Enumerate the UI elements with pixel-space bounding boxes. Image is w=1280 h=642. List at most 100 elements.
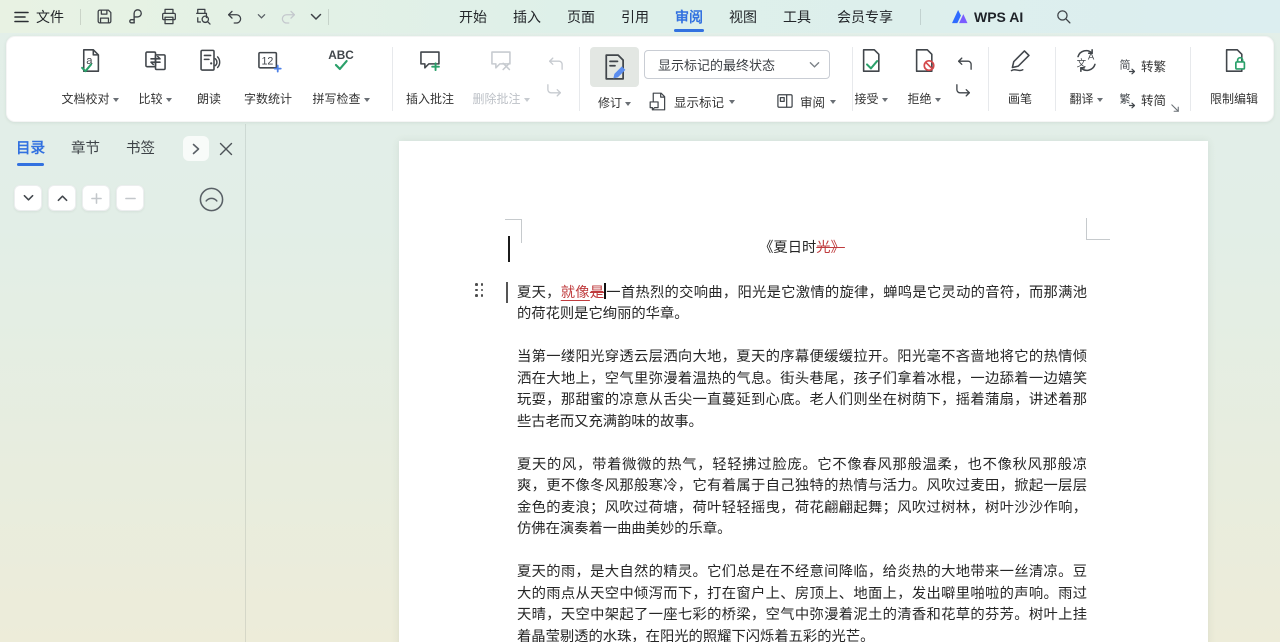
ribbon-tab-strip: 开始 插入 页面 引用 审阅 视图 工具 会员专享 WPS AI [458, 0, 1072, 33]
paragraph-4: 夏天的雨，是大自然的精灵。它们总是在不经意间降临，给炎热的大地带来一丝清凉。豆大… [517, 562, 1087, 642]
word-count-button[interactable]: 12 字数统计 [226, 45, 310, 113]
undo-icon[interactable] [226, 8, 244, 26]
print-preview-icon[interactable] [192, 7, 213, 26]
sidebar-divider [245, 124, 246, 642]
read-aloud-icon [196, 47, 223, 74]
dialog-launcher-icon[interactable] [1170, 103, 1181, 114]
sidebar-tab-bookmarks[interactable]: 书签 [126, 137, 155, 166]
pen-icon [1007, 47, 1034, 74]
minus-icon [125, 193, 136, 204]
undo-options-chevron-icon[interactable] [257, 13, 266, 20]
file-menu-button[interactable]: 文件 [0, 7, 74, 27]
review-pane-button[interactable]: 审阅 [775, 89, 836, 113]
review-ribbon: a 文档校对 比较 朗读 12 字 [6, 36, 1274, 122]
next-change-icon[interactable] [953, 83, 977, 99]
p1-deleted-text: 是 [590, 285, 605, 301]
customize-toolbar-chevron-icon[interactable] [310, 13, 322, 21]
tab-insert[interactable]: 插入 [512, 1, 542, 33]
svg-text:繁: 繁 [1120, 92, 1131, 106]
p1-inserted-text: 就像 [561, 285, 590, 301]
track-changes-button[interactable]: 修订 [590, 47, 639, 111]
svg-text:A: A [1087, 51, 1094, 62]
reject-change-icon [911, 47, 938, 74]
chevron-down-icon [809, 61, 820, 69]
revision-bar-paragraph [506, 282, 508, 303]
document-title: 《夏日时光》 [517, 238, 1087, 260]
revision-bar-title [508, 236, 510, 262]
markup-state-dropdown[interactable]: 显示标记的最终状态 [644, 50, 830, 79]
previous-change-icon[interactable] [953, 55, 977, 71]
document-page[interactable]: 《夏日时光》 夏天，就像是一首热烈的交响曲，阳光是它激情的旋律，蝉鸣是它灵动的音… [399, 141, 1208, 642]
restrict-editing-icon [1221, 47, 1248, 74]
next-comment-icon [544, 83, 568, 99]
eye-care-icon[interactable] [198, 186, 225, 213]
svg-text:ABC: ABC [328, 48, 354, 62]
word-count-icon: 12 [255, 47, 282, 74]
traditional-char-icon: 繁 [1117, 89, 1137, 109]
track-changes-icon [600, 52, 630, 82]
tab-view[interactable]: 视图 [728, 1, 758, 33]
show-markup-button[interactable]: 显示标记 [648, 89, 735, 113]
margin-crop-mark-right [1086, 218, 1110, 240]
plus-icon [91, 193, 102, 204]
clipped-ribbon-button[interactable]: 文 [1259, 45, 1280, 113]
tab-membership[interactable]: 会员专享 [836, 1, 894, 33]
sidebar-more-tabs-button[interactable] [183, 136, 209, 161]
translate-icon: 文 A [1073, 47, 1100, 74]
paragraph-3: 夏天的风，带着微微的热气，轻轻拂过脸庞。它不像春风那般温柔，也不像秋风那般凉爽，… [517, 455, 1087, 541]
search-icon[interactable] [1055, 8, 1072, 25]
wps-ai-logo-icon [951, 9, 968, 24]
close-icon [219, 142, 233, 156]
svg-text:12: 12 [261, 55, 273, 67]
paragraph-2: 当第一缕阳光穿透云层洒向大地，夏天的序幕便缓缓拉开。阳光毫不吝啬地将它的热情倾洒… [517, 347, 1087, 433]
sidebar-tab-chapters[interactable]: 章节 [71, 137, 100, 166]
sidebar-tab-contents[interactable]: 目录 [16, 137, 45, 166]
wps-writer-window: 文件 [0, 0, 1280, 642]
quick-access-toolbar [95, 7, 322, 26]
paragraph-1: 夏天，就像是一首热烈的交响曲，阳光是它激情的旋律，蝉鸣是它灵动的音符，而那满池的… [517, 283, 1087, 326]
simplified-char-icon: 简 [1117, 55, 1137, 75]
track-changes-active-highlight [590, 47, 639, 87]
document-body[interactable]: 《夏日时光》 夏天，就像是一首热烈的交响曲，阳光是它激情的旋律，蝉鸣是它灵动的音… [517, 238, 1087, 642]
paragraph-drag-handle[interactable] [475, 283, 483, 297]
expand-all-button[interactable] [14, 185, 42, 211]
chevron-up-icon [57, 194, 68, 202]
sidebar-close-button[interactable] [219, 142, 233, 156]
svg-text:简: 简 [1120, 58, 1131, 72]
markup-state-value: 显示标记的最终状态 [658, 55, 809, 74]
to-traditional-button[interactable]: 简 转繁 [1117, 53, 1166, 77]
spell-check-icon: ABC [326, 47, 356, 74]
spell-check-button[interactable]: ABC 拼写检查 [299, 45, 383, 113]
tab-reference[interactable]: 引用 [620, 1, 650, 33]
to-simplified-button[interactable]: 繁 转简 [1117, 87, 1166, 111]
redo-icon [279, 8, 297, 26]
divider [80, 9, 81, 25]
review-pane-icon [775, 91, 795, 111]
tab-review[interactable]: 审阅 [674, 1, 704, 33]
zoom-in-level-button [82, 185, 110, 211]
compare-icon [142, 47, 169, 74]
show-markup-icon [648, 91, 669, 112]
comment-nav-buttons [544, 55, 568, 99]
chevron-down-icon [23, 194, 34, 202]
title-kept-text: 《夏日时 [759, 240, 816, 256]
accept-change-icon [858, 47, 885, 74]
export-pdf-icon[interactable] [127, 7, 146, 26]
wps-ai-button[interactable]: WPS AI [951, 9, 1023, 25]
translate-button[interactable]: 文 A 翻译 [1044, 45, 1128, 113]
tab-page[interactable]: 页面 [566, 1, 596, 33]
zoom-out-level-button [116, 185, 144, 211]
tab-home[interactable]: 开始 [458, 1, 488, 33]
divider [579, 47, 580, 111]
divider [1190, 47, 1191, 111]
insert-comment-icon [417, 47, 444, 74]
save-icon[interactable] [95, 7, 114, 26]
divider [920, 9, 921, 25]
print-icon[interactable] [159, 7, 179, 26]
title-deleted-text: 光》 [816, 240, 845, 256]
doc-proofing-icon: a [77, 47, 104, 74]
sidebar-tabs: 目录 章节 书签 [16, 137, 233, 166]
collapse-all-button[interactable] [48, 185, 76, 211]
tab-tools[interactable]: 工具 [782, 1, 812, 33]
file-menu-label: 文件 [36, 7, 64, 27]
